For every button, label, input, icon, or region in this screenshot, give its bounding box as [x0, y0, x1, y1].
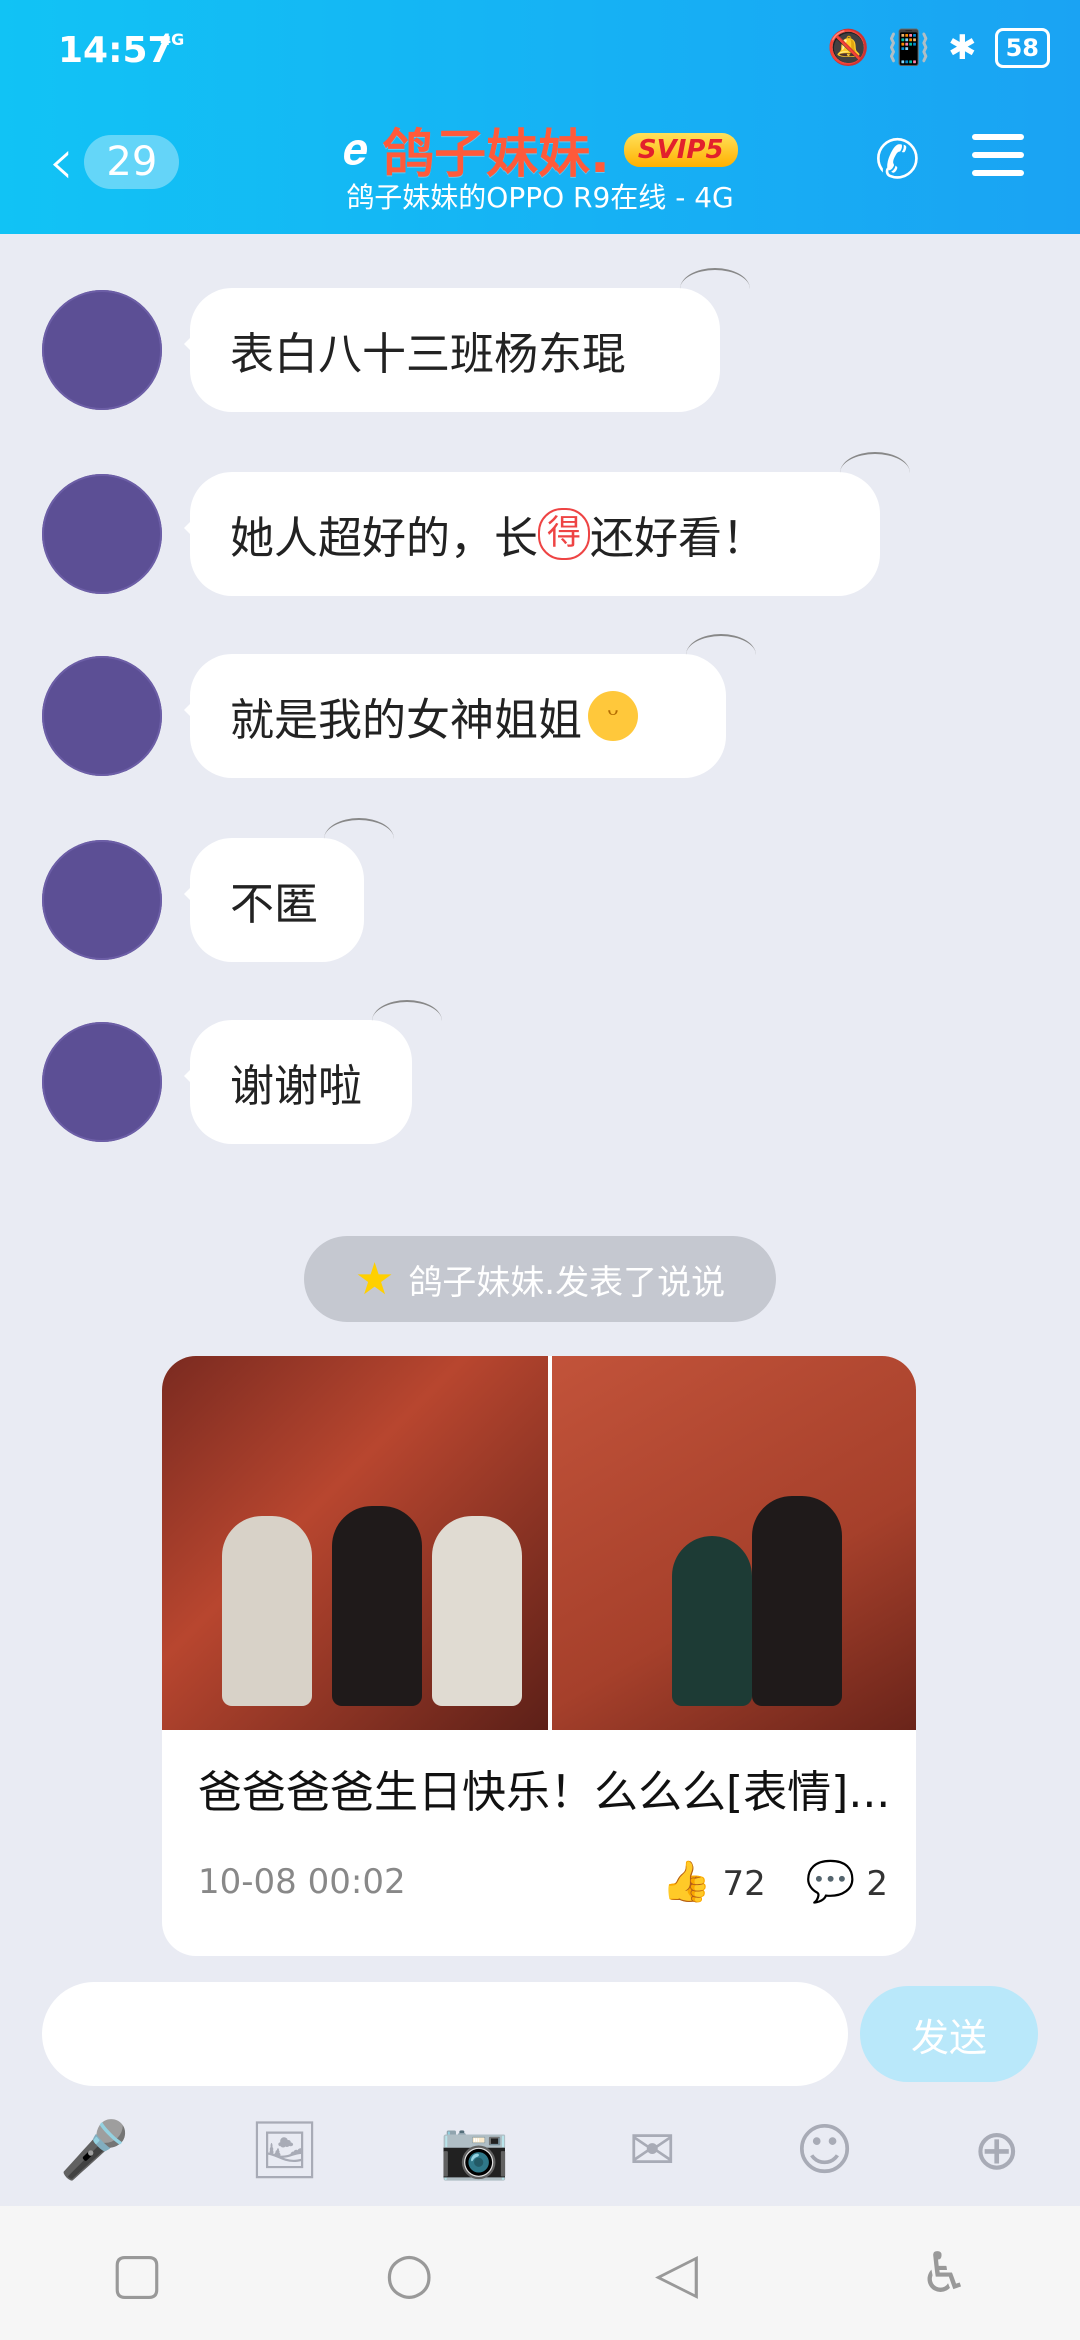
- bluetooth-icon: ✱: [948, 28, 977, 68]
- status-bar: 14:57 4G 🔕 📳 ✱ 58: [0, 24, 1080, 84]
- shared-post-card[interactable]: 爸爸爸爸生日快乐！么么么[表情]... 10-08 00:02 👍 72 💬 2: [162, 1356, 916, 1956]
- qzone-star-icon: ★: [354, 1253, 395, 1305]
- accessibility-icon[interactable]: ♿: [919, 2241, 969, 2306]
- like-button[interactable]: 👍 72: [662, 1858, 766, 1905]
- comment-button[interactable]: 💬 2: [806, 1858, 888, 1905]
- status-icons: 🔕 📳 ✱ 58: [827, 28, 1050, 68]
- mute-icon: 🔕: [827, 28, 870, 68]
- microphone-icon[interactable]: 🎤: [60, 2117, 130, 2183]
- message-text: 就是我的女神姐姐: [230, 695, 582, 746]
- phone-icon[interactable]: ✆: [875, 128, 920, 191]
- post-photo[interactable]: [162, 1356, 548, 1730]
- send-button[interactable]: 发送: [860, 1986, 1038, 2082]
- clock: 14:57: [58, 30, 173, 71]
- message-bubble[interactable]: 她人超好的，长 得 还好看！: [184, 452, 910, 596]
- feed-notice[interactable]: ★ 鸽子妹妹.发表了说说: [304, 1236, 776, 1322]
- avatar[interactable]: [42, 474, 162, 594]
- camera-icon[interactable]: 📷: [440, 2117, 510, 2183]
- highlight-char: 得: [538, 508, 590, 560]
- toolbar: 🎤 🖼 📷 ✉ ☺ ⊕: [0, 2110, 1080, 2190]
- emoji-icon[interactable]: ☺: [795, 2118, 853, 2183]
- red-packet-icon[interactable]: ✉: [629, 2118, 676, 2183]
- vibrate-icon: 📳: [887, 28, 931, 68]
- message-bubble[interactable]: 不匿: [184, 818, 394, 962]
- home-button[interactable]: ○: [385, 2241, 434, 2306]
- message-text: 不匿: [230, 879, 318, 930]
- network-label: 4G: [160, 30, 185, 49]
- message-text: 她人超好的，长: [230, 513, 538, 564]
- avatar[interactable]: [42, 656, 162, 776]
- feed-notice-text: 鸽子妹妹.发表了说说: [408, 1262, 726, 1303]
- ear-icon: 𝒆: [342, 124, 369, 175]
- menu-icon[interactable]: [972, 134, 1024, 188]
- grin-emoji-icon: ᵕ: [588, 691, 638, 741]
- chat-header: 14:57 4G 🔕 📳 ✱ 58 ‹ 29 𝒆 鸽子妹妹. SVIP5 鸽子妹…: [0, 0, 1080, 234]
- comment-count: 2: [866, 1864, 888, 1904]
- message-text: 表白八十三班杨东琨: [230, 329, 626, 380]
- post-meta: 10-08 00:02 👍 72 💬 2: [198, 1858, 888, 1905]
- post-caption: 爸爸爸爸生日快乐！么么么[表情]...: [198, 1767, 891, 1818]
- battery-indicator: 58: [994, 28, 1050, 68]
- image-icon[interactable]: 🖼: [249, 2117, 320, 2183]
- message-bubble[interactable]: 就是我的女神姐姐 ᵕ: [184, 634, 756, 778]
- system-nav-bar: ▢ ○ ◁ ♿: [0, 2206, 1080, 2340]
- plus-icon[interactable]: ⊕: [973, 2118, 1020, 2183]
- message-bubble[interactable]: 谢谢啦: [184, 1000, 442, 1144]
- vip-badge: SVIP5: [623, 132, 738, 167]
- message-text: 谢谢啦: [230, 1061, 362, 1112]
- avatar[interactable]: [42, 290, 162, 410]
- avatar[interactable]: [42, 840, 162, 960]
- recents-button[interactable]: ▢: [111, 2241, 164, 2306]
- post-photos[interactable]: [162, 1356, 916, 1730]
- message-input[interactable]: [42, 1982, 848, 2086]
- post-time: 10-08 00:02: [198, 1861, 406, 1902]
- comment-icon: 💬: [805, 1859, 856, 1905]
- back-nav-button[interactable]: ◁: [655, 2241, 698, 2306]
- thumbs-up-icon: 👍: [661, 1859, 712, 1905]
- message-text: 还好看！: [590, 513, 766, 564]
- message-bubble[interactable]: 表白八十三班杨东琨: [184, 268, 750, 412]
- like-count: 72: [722, 1864, 766, 1904]
- post-photo[interactable]: [552, 1356, 916, 1730]
- avatar[interactable]: [42, 1022, 162, 1142]
